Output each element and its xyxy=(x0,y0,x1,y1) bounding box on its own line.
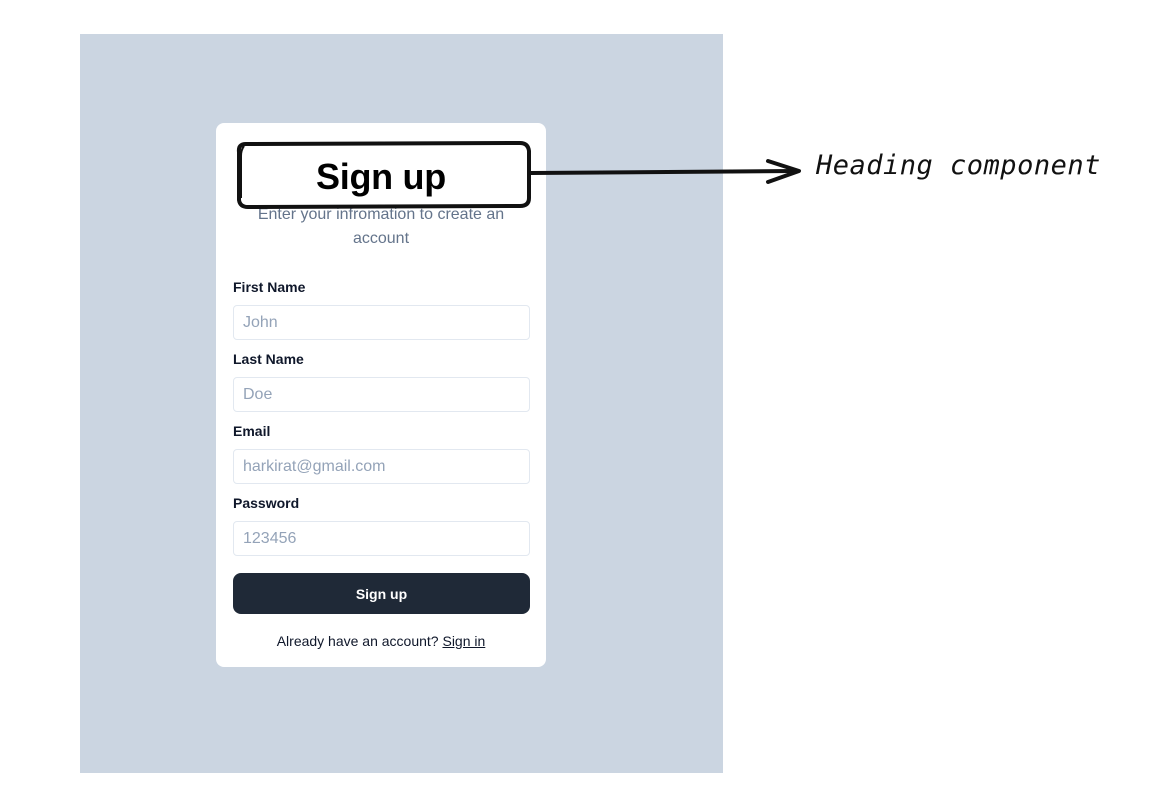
annotation-label: Heading component xyxy=(816,150,1101,181)
signin-prompt-text: Already have an account? xyxy=(276,633,439,649)
first-name-label: First Name xyxy=(233,279,306,295)
annotation-arrow-head xyxy=(766,159,801,184)
stage: Sign up Enter your infromation to create… xyxy=(0,0,1164,810)
sign-in-link[interactable]: Sign in xyxy=(442,633,485,649)
last-name-label: Last Name xyxy=(233,351,304,367)
email-label: Email xyxy=(233,423,271,439)
heading: Sign up xyxy=(316,156,446,197)
subheading: Enter your infromation to create an acco… xyxy=(257,206,505,247)
signup-card: Sign up Enter your infromation to create… xyxy=(216,123,546,667)
signin-prompt: Already have an account? Sign in xyxy=(216,632,546,650)
last-name-input[interactable] xyxy=(233,377,530,412)
email-input[interactable] xyxy=(233,449,530,484)
password-input[interactable] xyxy=(233,521,530,556)
first-name-input[interactable] xyxy=(233,305,530,340)
sign-up-button[interactable]: Sign up xyxy=(233,573,530,614)
password-label: Password xyxy=(233,495,300,511)
